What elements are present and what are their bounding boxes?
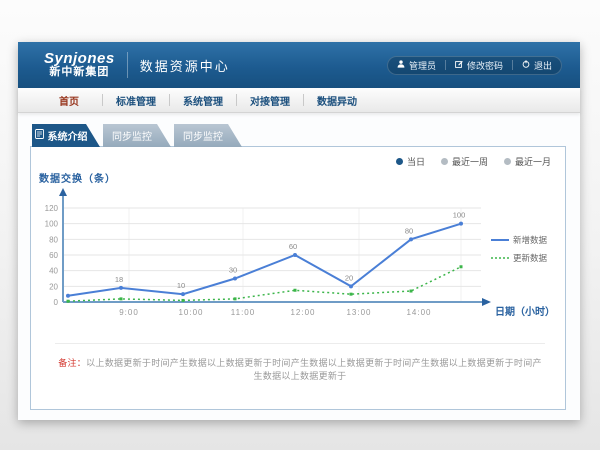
svg-text:20: 20 [49,282,58,291]
svg-text:日期（小时）: 日期（小时） [495,305,555,318]
radio-option-last-month[interactable]: 最近一月 [504,155,551,168]
chart-y-axis-title: 数据交换（条） [39,170,116,185]
radio-label: 当日 [407,155,425,168]
note-text: 以上数据更新于时间产生数据以上数据更新于时间产生数据以上数据更新于时间产生数据以… [86,358,542,381]
line-chart-svg: 0 20 40 60 80 100 120 9:00 10:00 11:00 12:00 13:00 1… [33,185,565,327]
svg-text:13:00: 13:00 [346,308,371,317]
nav-item-data-change[interactable]: 数据异动 [304,93,370,108]
svg-text:20: 20 [345,273,353,282]
svg-text:14:00: 14:00 [406,308,431,317]
radio-option-last-week[interactable]: 最近一周 [441,155,488,168]
app-header: Synjones 新中新集团 数据资源中心 管理员 修改密码 退出 [18,42,580,88]
person-icon [397,60,405,70]
chart-note: 备注：以上数据更新于时间产生数据以上数据更新于时间产生数据以上数据更新于时间产生… [55,343,545,382]
content-panel: 当日 最近一周 最近一月 数据交换（条） 0 20 40 60 80 100 120 9:00… [30,146,566,410]
svg-text:30: 30 [229,266,237,275]
radio-option-today[interactable]: 当日 [396,155,425,168]
radio-label: 最近一月 [515,155,551,168]
svg-text:60: 60 [49,251,58,260]
nav-item-home[interactable]: 首页 [36,93,102,108]
nav-item-system-mgmt[interactable]: 系统管理 [170,93,236,108]
tab-system-intro[interactable]: 系统介绍 [32,124,100,147]
tab-sync-monitor-2[interactable]: 同步监控 [174,124,242,147]
radio-dot-icon [441,158,448,165]
tab-label: 系统介绍 [48,128,88,143]
svg-text:10: 10 [177,281,185,290]
logout-button[interactable]: 退出 [513,59,561,72]
radio-dot-icon [396,158,403,165]
svg-text:18: 18 [115,275,123,284]
change-password-button[interactable]: 修改密码 [446,59,512,72]
header-divider [127,52,128,78]
svg-text:100: 100 [45,220,59,229]
time-range-filter: 当日 最近一周 最近一月 [396,155,551,168]
radio-label: 最近一周 [452,155,488,168]
tab-label: 同步监控 [112,128,152,143]
main-nav: 首页 标准管理 系统管理 对接管理 数据异动 [18,88,580,113]
logout-label: 退出 [534,59,552,72]
note-prefix: 备注： [58,358,86,368]
radio-dot-icon [504,158,511,165]
tab-label: 同步监控 [183,128,223,143]
svg-text:11:00: 11:00 [231,308,255,317]
logo-text: Synjones [44,51,115,67]
content-area: 系统介绍 同步监控 同步监控 当日 最近一周 [18,113,580,420]
svg-text:新增数据: 新增数据 [513,235,548,245]
document-icon [35,129,44,142]
tab-bar: 系统介绍 同步监控 同步监控 [32,124,242,147]
brand-logo[interactable]: Synjones 新中新集团 [44,51,115,78]
user-menu[interactable]: 管理员 [388,59,445,72]
svg-text:9:00: 9:00 [119,308,139,317]
page-title: 数据资源中心 [140,56,230,75]
svg-text:0: 0 [54,298,59,307]
change-password-label: 修改密码 [467,59,503,72]
svg-text:更新数据: 更新数据 [513,253,548,263]
svg-text:40: 40 [49,267,58,276]
tab-sync-monitor-1[interactable]: 同步监控 [103,124,171,147]
svg-text:80: 80 [405,226,413,235]
svg-text:12:00: 12:00 [290,308,315,317]
edit-icon [455,60,463,70]
line-chart: 0 20 40 60 80 100 120 9:00 10:00 11:00 12:00 13:00 1… [33,185,565,327]
svg-text:120: 120 [45,204,59,213]
power-icon [522,60,530,70]
user-toolbar: 管理员 修改密码 退出 [387,56,562,75]
logo-subtext: 新中新集团 [44,67,115,79]
svg-text:100: 100 [453,211,466,220]
app-window: Synjones 新中新集团 数据资源中心 管理员 修改密码 退出 首页 [18,42,580,420]
nav-item-interface-mgmt[interactable]: 对接管理 [237,93,303,108]
svg-text:60: 60 [289,242,297,251]
svg-text:10:00: 10:00 [178,308,203,317]
username-label: 管理员 [409,59,436,72]
nav-item-standard-mgmt[interactable]: 标准管理 [103,93,169,108]
svg-text:80: 80 [49,235,58,244]
